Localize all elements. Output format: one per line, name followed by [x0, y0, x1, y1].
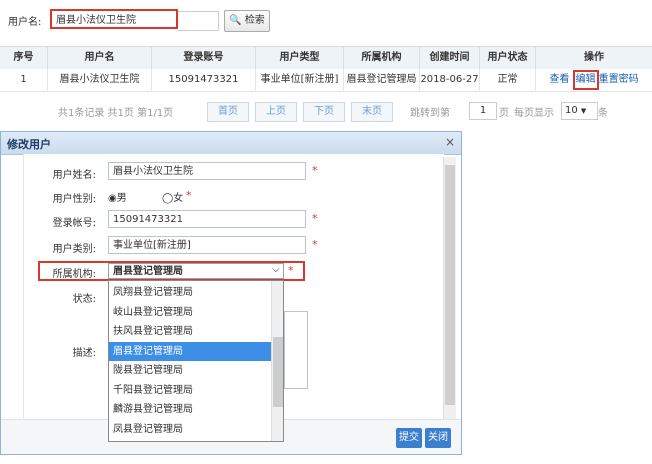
header-created: 创建时间: [420, 47, 480, 69]
org-option[interactable]: 岐山县登记管理局: [109, 303, 271, 322]
search-bar: 用户名: 眉县小法仪卫生院 🔍 检索: [0, 0, 652, 40]
dialog-title: 修改用户: [7, 138, 51, 151]
type-field[interactable]: 事业单位[新注册]: [108, 236, 306, 254]
header-org: 所属机构: [344, 47, 420, 69]
required-mark: *: [312, 212, 318, 225]
pager: 共1条记录 共1页 第1/1页 首页 上页 下页 末页 跳转到第 1 页 每页显…: [0, 96, 652, 126]
required-mark: *: [312, 164, 318, 177]
org-option[interactable]: 眉县登记管理局: [109, 341, 271, 361]
search-button[interactable]: 🔍 检索: [224, 10, 270, 32]
name-field[interactable]: 眉县小法仪卫生院: [108, 162, 306, 180]
dialog-scrollbar[interactable]: [443, 157, 456, 419]
header-account: 登录账号: [152, 47, 256, 69]
status-label: 状态:: [72, 294, 96, 305]
view-link[interactable]: 查看: [549, 74, 569, 85]
search-icon: 🔍: [229, 15, 242, 26]
org-label: 所属机构:: [52, 269, 96, 280]
next-page-button[interactable]: 下页: [303, 102, 345, 122]
reset-password-link[interactable]: 重置密码: [599, 74, 639, 85]
search-button-label: 检索: [244, 15, 265, 26]
org-option[interactable]: 凤翔县登记管理局: [109, 283, 271, 302]
page-size-select[interactable]: 10 ▼: [561, 102, 598, 120]
required-mark: *: [288, 264, 294, 277]
table-header: 序号 用户名 登录账号 用户类型 所属机构 创建时间 用户状态 操作: [0, 46, 652, 70]
required-mark: *: [186, 189, 192, 202]
gender-female-radio[interactable]: ◯女: [162, 189, 183, 204]
jump-suffix: 页: [499, 108, 509, 119]
page-size-value: 10: [565, 105, 578, 116]
prev-page-button[interactable]: 上页: [255, 102, 297, 122]
table-row: 1 眉县小法仪卫生院 15091473321 事业单位[新注册] 眉县登记管理局…: [0, 69, 652, 92]
org-option[interactable]: 凤县登记管理局: [109, 420, 271, 439]
dropdown-scroll-thumb[interactable]: [273, 337, 283, 407]
search-input[interactable]: 眉县小法仪卫生院: [50, 9, 178, 29]
cell-org: 眉县登记管理局: [344, 69, 420, 91]
edit-link[interactable]: 编辑: [572, 70, 599, 90]
header-status: 用户状态: [480, 47, 536, 69]
submit-button[interactable]: 提交: [396, 428, 422, 448]
required-mark: *: [312, 238, 318, 251]
desc-label: 描述:: [72, 348, 96, 359]
name-label: 用户姓名:: [52, 170, 96, 181]
header-actions: 操作: [584, 52, 604, 63]
dropdown-scrollbar[interactable]: [271, 281, 283, 441]
chevron-down-icon[interactable]: ⌵: [272, 264, 280, 275]
jump-label: 跳转到第: [410, 108, 450, 119]
org-option[interactable]: 千阳县登记管理局: [109, 381, 271, 400]
description-textarea[interactable]: [284, 311, 308, 389]
gender-male-label: 男: [116, 193, 127, 204]
cell-username: 眉县小法仪卫生院: [48, 69, 152, 91]
header-username: 用户名: [48, 47, 152, 69]
search-label: 用户名:: [8, 17, 42, 28]
cell-created: 2018-06-27: [420, 69, 480, 91]
cell-account: 15091473321: [152, 69, 256, 91]
page-number-input[interactable]: 1: [469, 102, 497, 120]
gender-male-radio[interactable]: ◉男: [108, 189, 127, 204]
page-size-suffix: 条: [598, 108, 608, 119]
cell-actions: 查看 编辑 重置密码: [536, 69, 652, 91]
pager-summary: 共1条记录 共1页 第1/1页: [58, 108, 174, 119]
header-index: 序号: [0, 47, 48, 69]
header-user-type: 用户类型: [256, 47, 344, 69]
org-option[interactable]: 陇县登记管理局: [109, 361, 271, 380]
cell-user-type: 事业单位[新注册]: [256, 69, 344, 91]
close-button[interactable]: 关闭: [425, 428, 451, 448]
type-label: 用户类别:: [52, 244, 96, 255]
dialog-header: 修改用户 ×: [1, 132, 461, 155]
dialog-scroll-thumb[interactable]: [445, 165, 455, 405]
org-dropdown-list[interactable]: 凤翔县登记管理局 岐山县登记管理局 扶风县登记管理局 眉县登记管理局 陇县登记管理局 千阳…: [108, 280, 284, 442]
org-option[interactable]: 麟游县登记管理局: [109, 400, 271, 419]
gender-female-label: 女: [173, 193, 184, 204]
org-option[interactable]: 太白县登记管理局: [109, 439, 271, 441]
first-page-button[interactable]: 首页: [207, 102, 249, 122]
page-size-label: 每页显示: [514, 108, 554, 119]
org-option[interactable]: 扶风县登记管理局: [109, 322, 271, 341]
close-icon[interactable]: ×: [445, 135, 455, 149]
gender-label: 用户性别:: [52, 194, 96, 205]
cell-index: 1: [0, 69, 48, 91]
last-page-button[interactable]: 末页: [351, 102, 393, 122]
chevron-down-icon: ▼: [580, 107, 587, 115]
account-field[interactable]: 15091473321: [108, 210, 306, 228]
search-input-extension[interactable]: [178, 11, 219, 31]
org-select[interactable]: 眉县登记管理局: [108, 263, 284, 279]
cell-status: 正常: [480, 69, 536, 91]
account-label: 登录帐号:: [52, 218, 96, 229]
